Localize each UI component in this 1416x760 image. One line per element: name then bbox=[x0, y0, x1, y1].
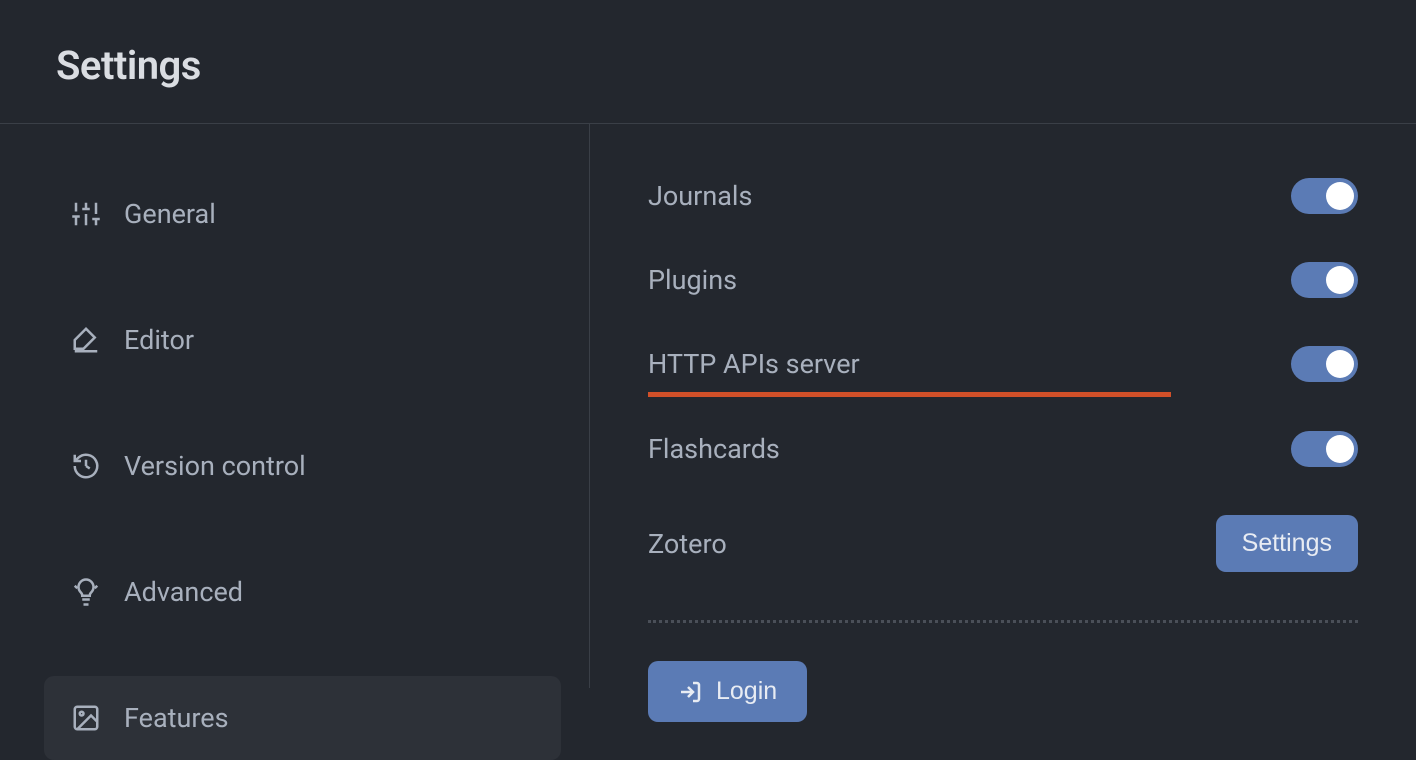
login-button-label: Login bbox=[716, 677, 777, 706]
sliders-icon bbox=[70, 198, 102, 230]
image-icon bbox=[70, 702, 102, 734]
zotero-settings-button[interactable]: Settings bbox=[1216, 515, 1358, 572]
toggle-journals[interactable] bbox=[1291, 178, 1358, 214]
feature-row-http-apis: HTTP APIs server bbox=[648, 346, 1358, 382]
feature-row-journals: Journals bbox=[648, 178, 1358, 214]
page-title: Settings bbox=[56, 42, 1416, 89]
toggle-plugins[interactable] bbox=[1291, 262, 1358, 298]
settings-container: General Editor Version control Advanced bbox=[0, 124, 1416, 688]
sidebar-item-label: Advanced bbox=[124, 576, 243, 608]
sidebar: General Editor Version control Advanced bbox=[0, 124, 590, 688]
sidebar-item-label: Version control bbox=[124, 450, 306, 482]
sidebar-item-editor[interactable]: Editor bbox=[44, 298, 561, 382]
settings-header: Settings bbox=[0, 0, 1416, 124]
toggle-knob bbox=[1326, 350, 1354, 378]
toggle-flashcards[interactable] bbox=[1291, 431, 1358, 467]
sidebar-item-label: Editor bbox=[124, 324, 194, 356]
feature-label: Journals bbox=[648, 180, 752, 212]
login-icon bbox=[678, 680, 702, 704]
feature-row-plugins: Plugins bbox=[648, 262, 1358, 298]
login-button[interactable]: Login bbox=[648, 661, 807, 722]
lightbulb-icon bbox=[70, 576, 102, 608]
sidebar-item-features[interactable]: Features bbox=[44, 676, 561, 760]
sidebar-item-label: General bbox=[124, 198, 216, 230]
toggle-knob bbox=[1326, 182, 1354, 210]
toggle-knob bbox=[1326, 435, 1354, 463]
highlight-underline bbox=[648, 392, 1171, 397]
feature-label: HTTP APIs server bbox=[648, 348, 860, 380]
section-divider bbox=[648, 620, 1358, 623]
sidebar-item-version-control[interactable]: Version control bbox=[44, 424, 561, 508]
feature-row-flashcards: Flashcards bbox=[648, 431, 1358, 467]
toggle-knob bbox=[1326, 266, 1354, 294]
main-panel: Journals Plugins HTTP APIs server Flashc… bbox=[590, 124, 1416, 688]
feature-label: Zotero bbox=[648, 528, 727, 560]
feature-label: Plugins bbox=[648, 264, 737, 296]
pen-icon bbox=[70, 324, 102, 356]
sidebar-item-label: Features bbox=[124, 702, 229, 734]
toggle-http-apis[interactable] bbox=[1291, 346, 1358, 382]
history-icon bbox=[70, 450, 102, 482]
feature-row-zotero: Zotero Settings bbox=[648, 515, 1358, 572]
sidebar-item-general[interactable]: General bbox=[44, 172, 561, 256]
sidebar-item-advanced[interactable]: Advanced bbox=[44, 550, 561, 634]
feature-label: Flashcards bbox=[648, 433, 780, 465]
